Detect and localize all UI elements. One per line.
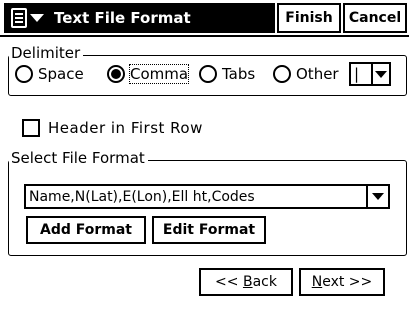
radio-button[interactable]: [199, 65, 217, 83]
back-mnemonic: B: [242, 274, 253, 290]
file-format-select[interactable]: Name,N(Lat),E(Lon),Ell ht,Codes: [24, 184, 390, 209]
file-format-legend: Select File Format: [9, 150, 148, 166]
header-first-row-checkbox[interactable]: [22, 119, 40, 137]
window-title: Text File Format: [50, 3, 275, 33]
chevron-down-icon: [375, 70, 387, 78]
dropdown-arrow[interactable]: [371, 64, 389, 84]
radio-comma[interactable]: Comma: [107, 64, 190, 84]
radio-label-other: Other: [296, 65, 339, 83]
app-menu-button[interactable]: [4, 3, 50, 33]
cancel-button[interactable]: Cancel: [343, 3, 407, 33]
radio-label-comma: Comma: [128, 64, 190, 84]
radio-button[interactable]: [15, 65, 33, 83]
delimiter-legend: Delimiter: [9, 45, 84, 61]
back-button[interactable]: << Back: [199, 268, 293, 296]
file-format-value: Name,N(Lat),E(Lon),Ell ht,Codes: [29, 189, 255, 205]
chevron-down-icon: [372, 193, 384, 200]
title-bar: Text File Format Finish Cancel: [0, 0, 409, 36]
radio-button[interactable]: [273, 65, 291, 83]
next-mnemonic: N: [311, 274, 323, 290]
chevron-down-icon: [29, 14, 44, 22]
add-format-button[interactable]: Add Format: [26, 216, 146, 244]
radio-tabs[interactable]: Tabs: [199, 65, 255, 83]
document-icon: [10, 8, 27, 28]
radio-other[interactable]: Other: [273, 65, 339, 83]
finish-button[interactable]: Finish: [277, 3, 341, 33]
dropdown-arrow[interactable]: [366, 186, 388, 207]
next-button[interactable]: Next >>: [299, 268, 385, 296]
back-rest: ack: [252, 274, 277, 290]
back-prefix: <<: [215, 274, 243, 290]
radio-button-selected[interactable]: [107, 65, 125, 83]
radio-label-space: Space: [38, 65, 84, 83]
edit-format-button[interactable]: Edit Format: [152, 216, 266, 244]
other-delimiter-select[interactable]: |: [349, 62, 391, 86]
other-delimiter-value: |: [354, 65, 360, 83]
radio-label-tabs: Tabs: [222, 65, 256, 83]
title-divider: [0, 35, 409, 37]
radio-space[interactable]: Space: [15, 65, 84, 83]
next-rest: ext >>: [322, 274, 373, 290]
header-first-row-label[interactable]: Header in First Row: [48, 119, 203, 137]
